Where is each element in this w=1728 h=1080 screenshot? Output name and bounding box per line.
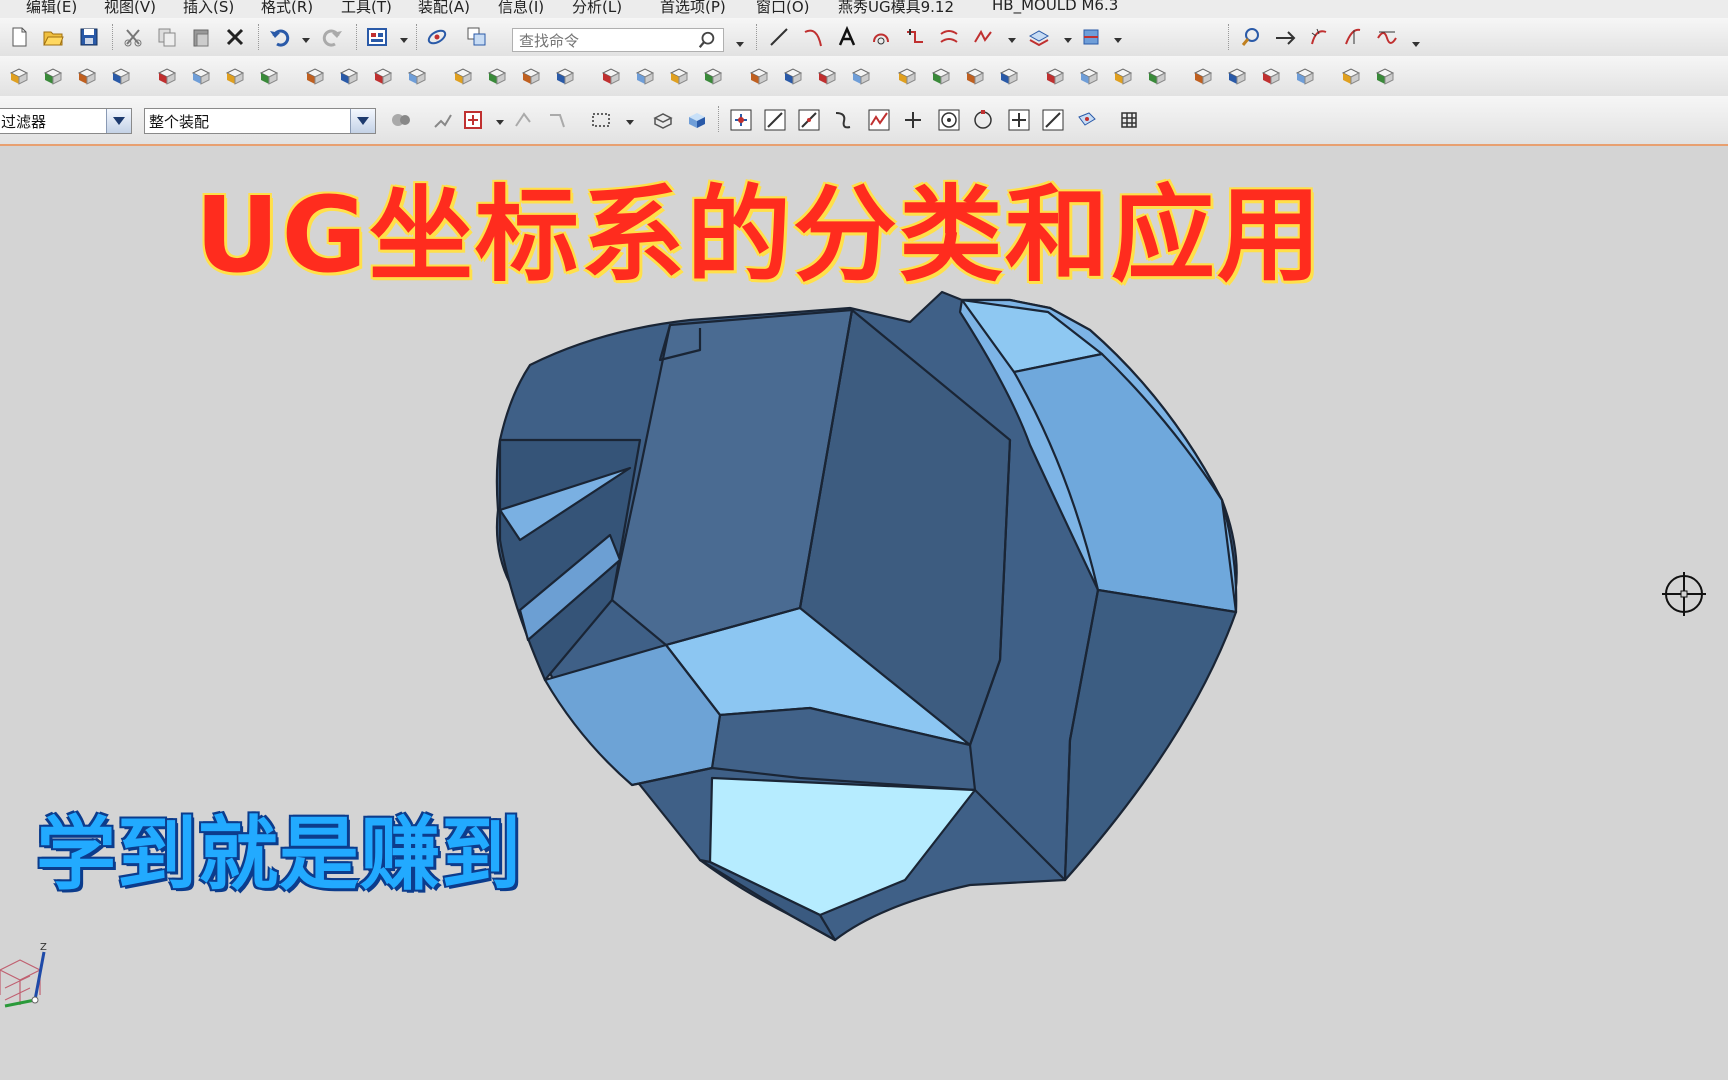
wcs-triad-icon: Z xyxy=(0,942,47,1008)
triad-z-label: Z xyxy=(40,942,47,953)
video-slogan: 学到就是赚到 xyxy=(36,808,522,901)
crosshair-icon xyxy=(1662,572,1706,616)
model-body xyxy=(495,290,1238,942)
video-title: UG坐标系的分类和应用 xyxy=(195,174,1323,296)
